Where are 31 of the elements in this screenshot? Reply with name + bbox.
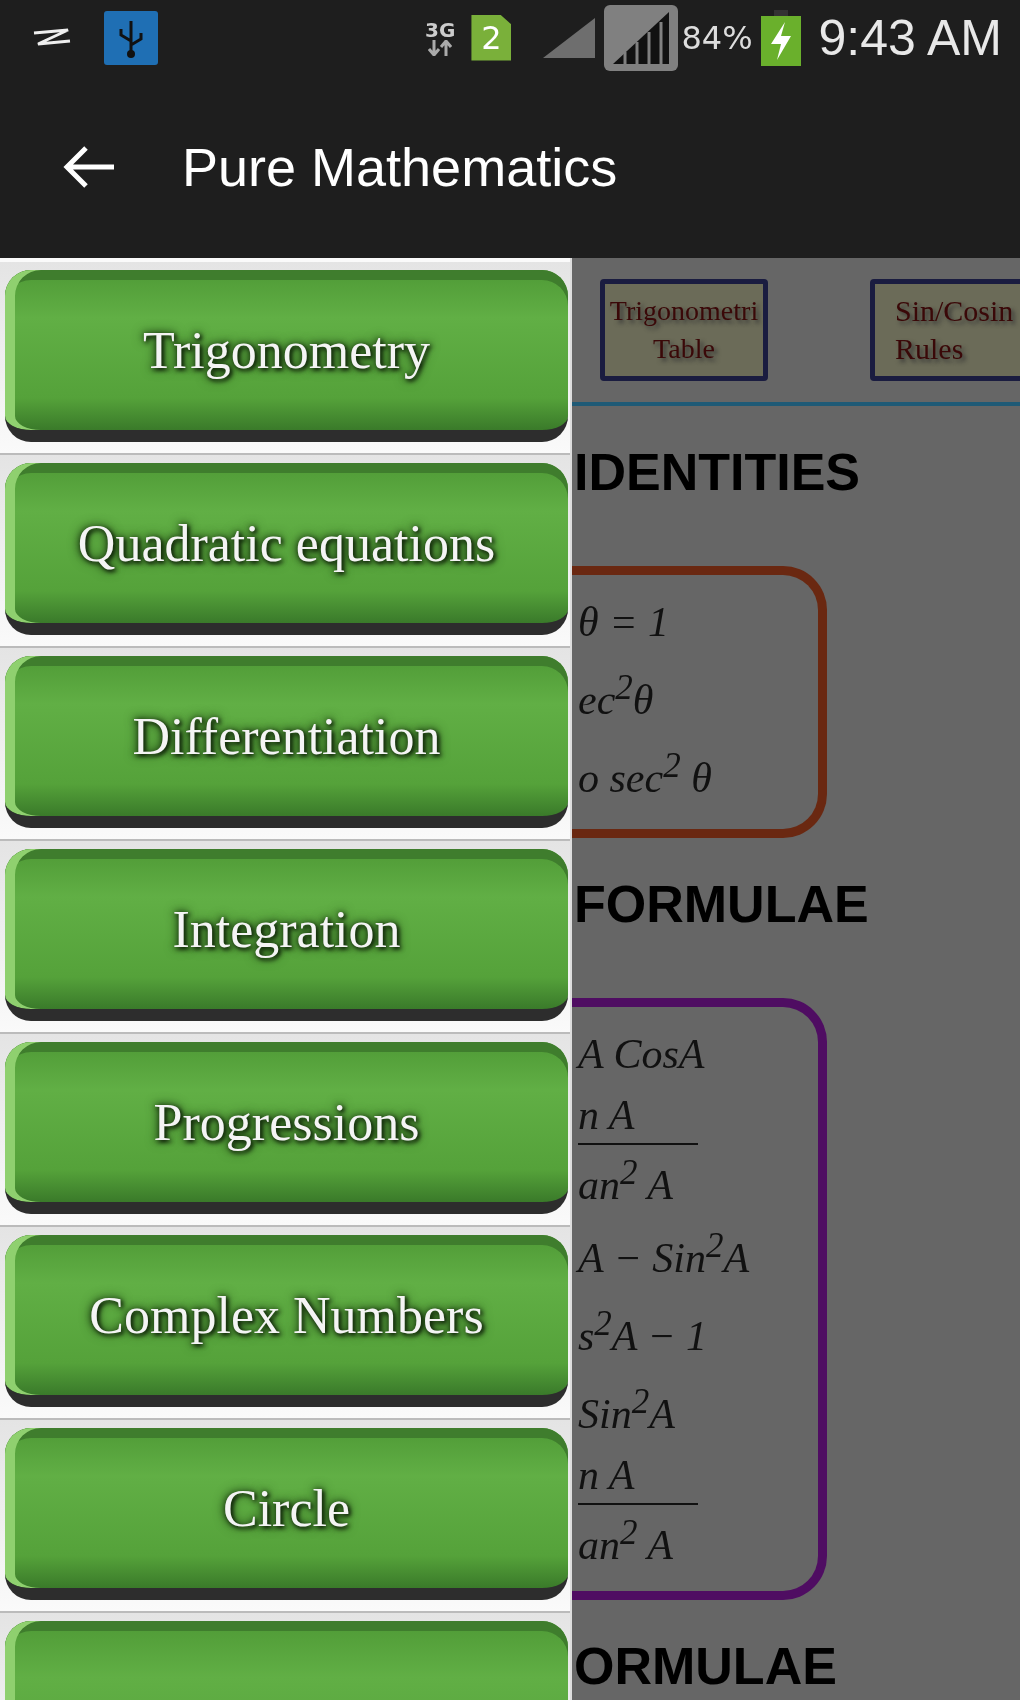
formula-line: Sin$^{2}$A: [578, 1381, 676, 1439]
topic-button[interactable]: Quadratic equations: [5, 463, 568, 635]
signal-strength-icon: [603, 3, 680, 72]
section-heading: ORMULAE: [574, 1636, 838, 1697]
topic-button[interactable]: Trigonometry: [5, 270, 568, 442]
topic-button[interactable]: Progressions: [5, 1042, 568, 1214]
topic-button[interactable]: Integration: [5, 849, 568, 1021]
data-arrows-icon: [428, 39, 453, 56]
topic-button[interactable]: Circle: [5, 1428, 568, 1600]
topic-button[interactable]: Differentiation: [5, 656, 568, 828]
section-heading: FORMULAE: [574, 874, 870, 935]
formula-line: s$^{2}$A − 1: [578, 1303, 709, 1361]
formula-numerator: n A: [578, 1087, 698, 1145]
formula-line: o sec$^{2}$ θ: [578, 745, 713, 803]
battery-percent: 84%: [681, 18, 753, 57]
tab-image-button[interactable]: Trigonometri Table: [600, 279, 768, 381]
topic-button[interactable]: Complex Numbers: [5, 1235, 568, 1407]
sim-card-badge: 2: [471, 14, 512, 61]
formula-numerator: n A: [578, 1447, 698, 1505]
formula-denominator: an$^{2}$ A: [578, 1512, 674, 1570]
signal-icon: [543, 17, 596, 58]
clock: 9:43 AM: [818, 8, 1002, 67]
formula-line: ec$^{2}$θ: [578, 667, 655, 725]
formula-line: θ = 1: [578, 598, 670, 647]
battery-charging-icon: [760, 9, 801, 66]
app-title: Pure Mathematics: [182, 135, 618, 198]
network-type: 3G: [425, 19, 456, 40]
formula-denominator: an$^{2}$ A: [578, 1152, 674, 1210]
usb-icon: [104, 10, 158, 65]
section-heading: IDENTITIES: [574, 442, 862, 503]
tab-image-button[interactable]: Sin/Cosin Rules: [870, 279, 1020, 381]
